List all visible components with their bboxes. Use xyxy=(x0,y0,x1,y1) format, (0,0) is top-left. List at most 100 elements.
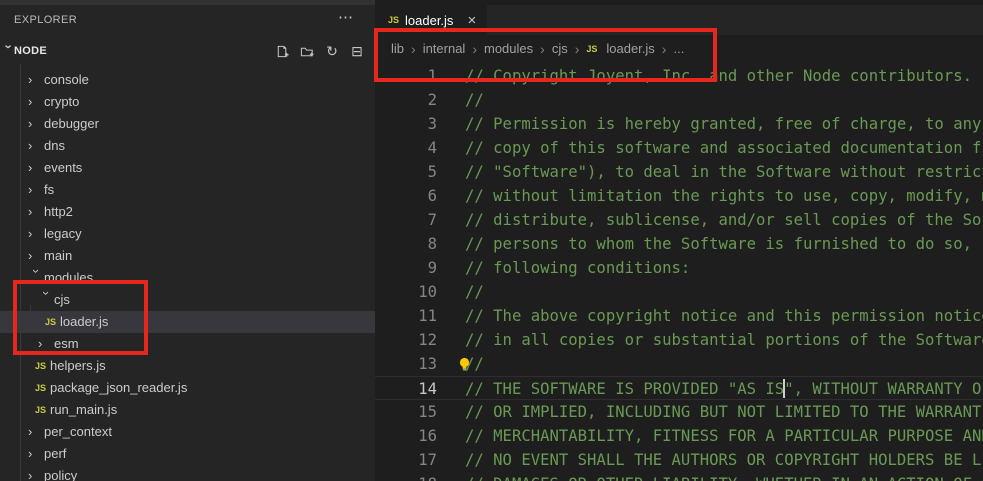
tree-item-label: console xyxy=(44,69,89,91)
tree-item-helpers-js[interactable]: JShelpers.js xyxy=(0,355,375,377)
new-folder-icon[interactable] xyxy=(299,43,315,59)
tree-item-label: policy xyxy=(44,465,77,481)
comment-text: // copy of this software and associated … xyxy=(437,136,983,160)
code-line-5[interactable]: 5// "Software"), to deal in the Software… xyxy=(375,160,983,184)
tree-item-package-json-reader-js[interactable]: JSpackage_json_reader.js xyxy=(0,377,375,399)
tab-loader-js[interactable]: JS loader.js × xyxy=(375,5,487,35)
tree-indent-guide xyxy=(20,64,21,481)
tree-item-modules[interactable]: ›modules xyxy=(0,267,375,289)
code-line-18[interactable]: 18// DAMAGES OR OTHER LIABILITY, WHETHER… xyxy=(375,472,983,481)
comment-text: // "Software"), to deal in the Software … xyxy=(437,160,983,184)
breadcrumb-separator: › xyxy=(472,41,477,57)
comment-text: // OR IMPLIED, INCLUDING BUT NOT LIMITED… xyxy=(437,400,983,424)
tree-item-label: esm xyxy=(54,333,79,355)
breadcrumb-item-cjs[interactable]: cjs xyxy=(552,41,568,56)
line-number: 5 xyxy=(375,160,437,184)
tree-item-esm[interactable]: ›esm xyxy=(0,333,375,355)
code-line-14[interactable]: 14// THE SOFTWARE IS PROVIDED "AS IS", W… xyxy=(375,376,983,400)
line-number: 12 xyxy=(375,328,437,352)
breadcrumb-separator: › xyxy=(411,41,416,57)
file-tree: ›console›crypto›debugger›dns›events›fs›h… xyxy=(0,69,375,481)
breadcrumb-item-modules[interactable]: modules xyxy=(484,41,533,56)
node-section-header[interactable]: › NODE ↻ ⊟ xyxy=(0,42,375,64)
breadcrumb-item-loader-js[interactable]: loader.js xyxy=(606,41,654,56)
code-line-17[interactable]: 17// NO EVENT SHALL THE AUTHORS OR COPYR… xyxy=(375,448,983,472)
comment-text: // Copyright Joyent, Inc. and other Node… xyxy=(437,64,972,88)
line-number: 4 xyxy=(375,136,437,160)
code-line-6[interactable]: 6// without limitation the rights to use… xyxy=(375,184,983,208)
tree-item-label: run_main.js xyxy=(50,399,117,421)
tree-item-main[interactable]: ›main xyxy=(0,245,375,267)
breadcrumb-item-internal[interactable]: internal xyxy=(423,41,466,56)
line-number: 7 xyxy=(375,208,437,232)
section-actions: ↻ ⊟ xyxy=(274,43,365,59)
js-file-icon: JS xyxy=(35,399,50,421)
tree-item-http2[interactable]: ›http2 xyxy=(0,201,375,223)
code-line-11[interactable]: 11// The above copyright notice and this… xyxy=(375,304,983,328)
chevron-right-icon: › xyxy=(28,443,44,465)
tree-item-dns[interactable]: ›dns xyxy=(0,135,375,157)
code-line-2[interactable]: 2// xyxy=(375,88,983,112)
code-line-10[interactable]: 10// xyxy=(375,280,983,304)
js-file-icon: JS xyxy=(45,311,60,333)
code-line-16[interactable]: 16// MERCHANTABILITY, FITNESS FOR A PART… xyxy=(375,424,983,448)
comment-text: // in all copies or substantial portions… xyxy=(437,328,983,352)
code-line-12[interactable]: 12// in all copies or substantial portio… xyxy=(375,328,983,352)
tree-item-console[interactable]: ›console xyxy=(0,69,375,91)
chevron-right-icon: › xyxy=(28,179,44,201)
code-line-9[interactable]: 9// following conditions: xyxy=(375,256,983,280)
section-title: NODE xyxy=(14,45,47,57)
tree-item-label: main xyxy=(44,245,72,267)
line-number: 9 xyxy=(375,256,437,280)
comment-text: // Permission is hereby granted, free of… xyxy=(437,112,983,136)
tree-item-perf[interactable]: ›perf xyxy=(0,443,375,465)
code-editor[interactable]: 1// Copyright Joyent, Inc. and other Nod… xyxy=(375,62,983,481)
breadcrumb-item--[interactable]: ... xyxy=(673,41,684,56)
code-line-1[interactable]: 1// Copyright Joyent, Inc. and other Nod… xyxy=(375,64,983,88)
editor-group: JS loader.js × lib›internal›modules›cjs›… xyxy=(375,0,983,481)
tree-item-label: per_context xyxy=(44,421,112,443)
chevron-right-icon: › xyxy=(28,245,44,267)
tree-item-label: helpers.js xyxy=(50,355,106,377)
tree-item-policy[interactable]: ›policy xyxy=(0,465,375,481)
code-line-7[interactable]: 7// distribute, sublicense, and/or sell … xyxy=(375,208,983,232)
code-line-15[interactable]: 15// OR IMPLIED, INCLUDING BUT NOT LIMIT… xyxy=(375,400,983,424)
code-line-4[interactable]: 4// copy of this software and associated… xyxy=(375,136,983,160)
tree-item-crypto[interactable]: ›crypto xyxy=(0,91,375,113)
tree-item-events[interactable]: ›events xyxy=(0,157,375,179)
new-file-icon[interactable] xyxy=(274,43,290,59)
line-number: 16 xyxy=(375,424,437,448)
chevron-down-icon: › xyxy=(25,269,47,285)
comment-text: // xyxy=(437,88,484,112)
tree-item-debugger[interactable]: ›debugger xyxy=(0,113,375,135)
comment-text: // NO EVENT SHALL THE AUTHORS OR COPYRIG… xyxy=(437,448,983,472)
tree-item-legacy[interactable]: ›legacy xyxy=(0,223,375,245)
breadcrumb-item-lib[interactable]: lib xyxy=(391,41,404,56)
code-line-3[interactable]: 3// Permission is hereby granted, free o… xyxy=(375,112,983,136)
lightbulb-icon[interactable] xyxy=(456,356,473,373)
chevron-right-icon: › xyxy=(28,223,44,245)
line-number: 10 xyxy=(375,280,437,304)
js-file-icon: JS xyxy=(35,355,50,377)
comment-text: // MERCHANTABILITY, FITNESS FOR A PARTIC… xyxy=(437,424,983,448)
code-line-8[interactable]: 8// persons to whom the Software is furn… xyxy=(375,232,983,256)
line-number: 15 xyxy=(375,400,437,424)
breadcrumb-separator: › xyxy=(575,41,580,57)
chevron-down-icon: › xyxy=(35,291,57,307)
tree-item-cjs[interactable]: ›cjs xyxy=(0,289,375,311)
close-icon[interactable]: × xyxy=(467,12,476,29)
line-number: 11 xyxy=(375,304,437,328)
line-number: 13 xyxy=(375,352,437,376)
tree-item-label: http2 xyxy=(44,201,73,223)
tree-item-per-context[interactable]: ›per_context xyxy=(0,421,375,443)
explorer-header: EXPLORER ⋯ xyxy=(0,5,375,35)
explorer-sidebar: EXPLORER ⋯ › NODE ↻ xyxy=(0,5,375,481)
collapse-all-icon[interactable]: ⊟ xyxy=(349,43,365,59)
tree-item-fs[interactable]: ›fs xyxy=(0,179,375,201)
tree-item-run-main-js[interactable]: JSrun_main.js xyxy=(0,399,375,421)
refresh-icon[interactable]: ↻ xyxy=(324,43,340,59)
comment-text: // DAMAGES OR OTHER LIABILITY, WHETHER I… xyxy=(437,472,983,481)
tree-item-loader-js[interactable]: JSloader.js xyxy=(0,311,375,333)
chevron-right-icon: › xyxy=(28,201,44,223)
more-actions-icon[interactable]: ⋯ xyxy=(338,8,353,26)
